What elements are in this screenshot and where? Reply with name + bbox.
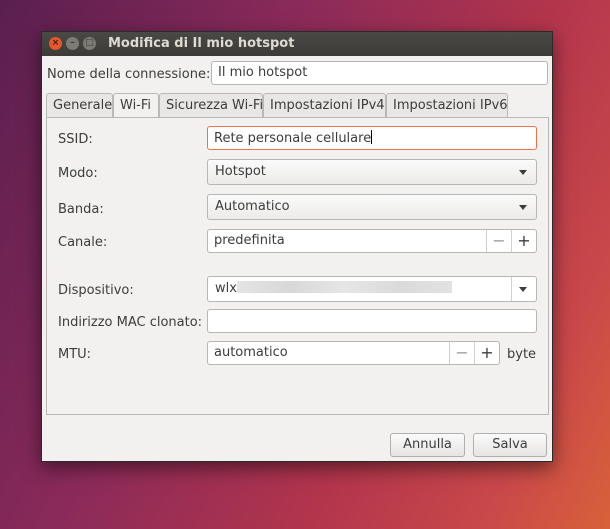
tab-label: Impostazioni IPv6 — [393, 98, 508, 113]
ssid-input[interactable]: Rete personale cellulare — [207, 126, 537, 150]
tab-ipv6[interactable]: Impostazioni IPv6 — [386, 93, 508, 118]
edit-connection-dialog: × – □ Modifica di Il mio hotspot Nome de… — [41, 31, 553, 462]
device-value: wlx — [215, 281, 237, 296]
mtu-increment-button[interactable]: + — [474, 342, 499, 364]
mtu-unit: byte — [507, 347, 537, 362]
channel-spinner[interactable]: predefinita − + — [207, 229, 537, 253]
tab-ipv4[interactable]: Impostazioni IPv4 — [263, 93, 386, 118]
save-button[interactable]: Salva — [473, 433, 547, 457]
connection-name-value: Il mio hotspot — [218, 65, 308, 80]
tab-label: Sicurezza Wi-Fi — [166, 98, 264, 113]
channel-label: Canale: — [58, 235, 108, 250]
channel-increment-button[interactable]: + — [511, 230, 536, 252]
mtu-label: MTU: — [58, 347, 92, 362]
band-label: Banda: — [58, 202, 104, 217]
close-icon[interactable]: × — [49, 37, 62, 50]
title-bar[interactable]: × – □ Modifica di Il mio hotspot — [42, 32, 552, 56]
tab-label: Generale — [53, 98, 113, 113]
channel-decrement-button[interactable]: − — [486, 230, 511, 252]
chevron-down-icon — [519, 205, 527, 210]
minimize-icon[interactable]: – — [66, 37, 79, 50]
band-value: Automatico — [215, 199, 290, 214]
window-title: Modifica di Il mio hotspot — [108, 36, 295, 51]
mtu-spinner[interactable]: automatico − + — [207, 341, 500, 365]
ssid-value: Rete personale cellulare — [214, 131, 372, 146]
tab-wifi[interactable]: Wi-Fi — [113, 93, 159, 119]
combo-divider — [511, 277, 512, 301]
device-combo[interactable]: wlx — [207, 276, 537, 302]
connection-name-label: Nome della connessione: — [47, 67, 211, 82]
tab-label: Impostazioni IPv4 — [270, 98, 385, 113]
wifi-settings-panel: SSID: Rete personale cellulare Modo: Hot… — [46, 117, 549, 415]
tab-label: Wi-Fi — [120, 98, 152, 113]
device-label: Dispositivo: — [58, 283, 134, 298]
band-dropdown[interactable]: Automatico — [207, 194, 537, 220]
cloned-mac-input[interactable] — [207, 309, 537, 333]
redacted-device-id — [236, 281, 452, 293]
channel-value: predefinita — [214, 233, 285, 248]
mode-value: Hotspot — [215, 164, 266, 179]
text-caret — [371, 130, 373, 144]
chevron-down-icon — [519, 170, 527, 175]
cancel-button[interactable]: Annulla — [390, 433, 465, 457]
mtu-decrement-button[interactable]: − — [449, 342, 474, 364]
connection-name-input[interactable]: Il mio hotspot — [211, 61, 548, 85]
mtu-value: automatico — [214, 345, 288, 360]
maximize-icon[interactable]: □ — [83, 37, 96, 50]
mode-label: Modo: — [58, 166, 98, 181]
ssid-label: SSID: — [58, 132, 93, 147]
tab-generale[interactable]: Generale — [46, 93, 113, 118]
mode-dropdown[interactable]: Hotspot — [207, 159, 537, 185]
chevron-down-icon — [519, 287, 527, 292]
tab-sicurezza-wifi[interactable]: Sicurezza Wi-Fi — [159, 93, 263, 118]
mac-label: Indirizzo MAC clonato: — [58, 315, 203, 330]
